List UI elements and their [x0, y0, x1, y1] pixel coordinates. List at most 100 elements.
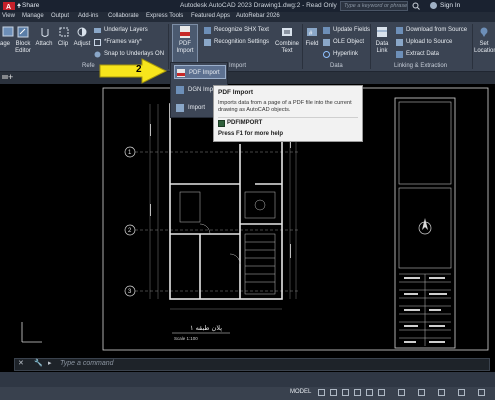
grid-icon[interactable]	[318, 389, 325, 396]
grid-label: 3	[128, 289, 132, 295]
callout-arrow-icon	[99, 58, 168, 84]
share-button[interactable]: Share	[22, 2, 39, 9]
lineweight-icon[interactable]	[378, 389, 385, 396]
tab-express-tools[interactable]: Express Tools	[146, 13, 183, 19]
recognition-settings-button[interactable]: Recognition Settings	[214, 39, 269, 45]
ribbon-tabs: View Manage Output Add-ins Collaborate E…	[0, 12, 495, 22]
pdf-icon	[177, 69, 185, 77]
close-icon[interactable]: ✕	[18, 359, 24, 367]
panel-label-reference: Refe	[82, 63, 95, 69]
download-icon	[396, 27, 403, 34]
snap-icon[interactable]	[330, 389, 337, 396]
block-editor-button[interactable]: Block Editor	[14, 41, 32, 55]
grid-label: 1	[128, 150, 132, 156]
workspace-icon[interactable]	[418, 389, 425, 396]
sign-in-button[interactable]: Sign In	[440, 2, 460, 9]
ole-object-button[interactable]: OLE Object	[333, 39, 364, 45]
data-link-button[interactable]: Data Link	[372, 41, 392, 55]
block-editor-icon	[17, 26, 29, 38]
clip-button[interactable]: Clip	[55, 41, 71, 48]
ribbon-separator	[168, 24, 169, 69]
ucs-icon	[21, 322, 42, 343]
polar-icon[interactable]	[354, 389, 361, 396]
upload-icon	[396, 39, 403, 46]
recognize-shx-icon	[204, 27, 211, 34]
menu-item-label: DGN Imp	[188, 87, 214, 93]
underlay-layers-button[interactable]: Underlay Layers	[104, 27, 148, 33]
hyperlink-button[interactable]: Hyperlink	[333, 51, 358, 57]
customize-icon[interactable]	[478, 389, 485, 396]
panel-label-data: Data	[330, 63, 343, 69]
frames-select[interactable]: *Frames vary*	[104, 39, 142, 45]
frames-icon	[94, 39, 101, 46]
hyperlink-icon	[323, 51, 330, 58]
snap-icon	[94, 51, 101, 58]
plan-caption: پلان طبقه ۱	[190, 324, 222, 332]
set-location-button[interactable]: Set Location	[474, 41, 495, 55]
update-fields-icon	[323, 27, 330, 34]
clip-icon	[59, 27, 69, 37]
model-space-button[interactable]: MODEL	[290, 389, 311, 395]
extract-data-icon	[396, 51, 403, 58]
north-arrow-icon	[422, 218, 428, 230]
tab-autorebar[interactable]: AutoRebar 2026	[236, 13, 280, 19]
field-icon: #	[307, 28, 317, 37]
image-icon	[2, 26, 14, 37]
tab-featured-apps[interactable]: Featured Apps	[191, 13, 230, 19]
settings-icon[interactable]	[438, 389, 445, 396]
tab-add-ins[interactable]: Add-ins	[78, 13, 98, 19]
app-menu-icon[interactable]: A	[3, 2, 15, 10]
menu-item-pdf-import[interactable]: PDF Import	[174, 65, 226, 79]
svg-text:A: A	[6, 4, 11, 10]
file-tab-strip	[0, 72, 495, 84]
location-icon	[480, 27, 488, 37]
panel-label-import: Import	[229, 63, 247, 69]
wrench-icon[interactable]: 🔧	[34, 359, 43, 367]
ortho-icon[interactable]	[342, 389, 349, 396]
grid-label: 2	[128, 228, 132, 234]
search-input[interactable]: Type a keyword or phrase	[340, 1, 408, 11]
callout-number: 2	[136, 64, 142, 75]
combine-text-button[interactable]: Combine Text	[274, 41, 300, 55]
annotation-scale-icon[interactable]	[398, 389, 405, 396]
field-button[interactable]: Field	[303, 41, 321, 48]
snap-underlays-button[interactable]: Snap to Underlays ON	[104, 51, 164, 57]
tooltip-help: Press F1 for more help	[218, 131, 284, 137]
tooltip: PDF Import Imports data from a page of a…	[213, 85, 363, 142]
recognize-shx-text-button[interactable]: Recognize SHX Text	[214, 27, 269, 33]
tooltip-title: PDF Import	[218, 89, 254, 96]
osnap-icon[interactable]	[366, 389, 373, 396]
tab-output[interactable]: Output	[51, 13, 69, 19]
fullscreen-icon[interactable]	[458, 389, 465, 396]
user-icon	[430, 2, 437, 9]
search-icon[interactable]	[412, 2, 420, 10]
adjust-icon	[77, 27, 87, 37]
import-icon	[176, 104, 184, 112]
pdf-import-button[interactable]: PDF Import	[172, 41, 198, 55]
tab-view[interactable]: View	[2, 13, 15, 19]
tooltip-command: PDFIMPORT	[227, 120, 263, 126]
update-fields-button[interactable]: Update Fields	[333, 27, 370, 33]
menu-item-label: Import	[188, 105, 206, 111]
attach-button[interactable]: Attach	[34, 41, 54, 48]
tooltip-description: Imports data from a page of a PDF file i…	[218, 100, 352, 113]
ribbon-separator	[472, 24, 473, 69]
image-button[interactable]: age	[0, 41, 14, 48]
pdf-import-icon	[180, 26, 190, 38]
upload-to-source-button[interactable]: Upload to Source	[406, 39, 452, 45]
attach-icon	[41, 28, 49, 37]
tab-manage[interactable]: Manage	[22, 13, 44, 19]
underlay-layers-icon	[94, 28, 101, 33]
tab-collaborate[interactable]: Collaborate	[108, 13, 139, 19]
adjust-button[interactable]: Adjust	[72, 41, 92, 48]
data-link-icon	[377, 27, 387, 37]
extract-data-button[interactable]: Extract Data	[406, 51, 439, 57]
new-tab-button[interactable]: +	[8, 72, 13, 82]
grid-bubbles	[124, 146, 136, 297]
recognition-settings-icon	[204, 39, 211, 46]
prompt-icon: ▸	[48, 360, 52, 367]
command-input[interactable]: Type a command	[60, 360, 114, 367]
tooltip-divider	[218, 117, 358, 118]
menu-item-label: PDF Import	[189, 70, 220, 76]
download-from-source-button[interactable]: Download from Source	[406, 27, 467, 33]
